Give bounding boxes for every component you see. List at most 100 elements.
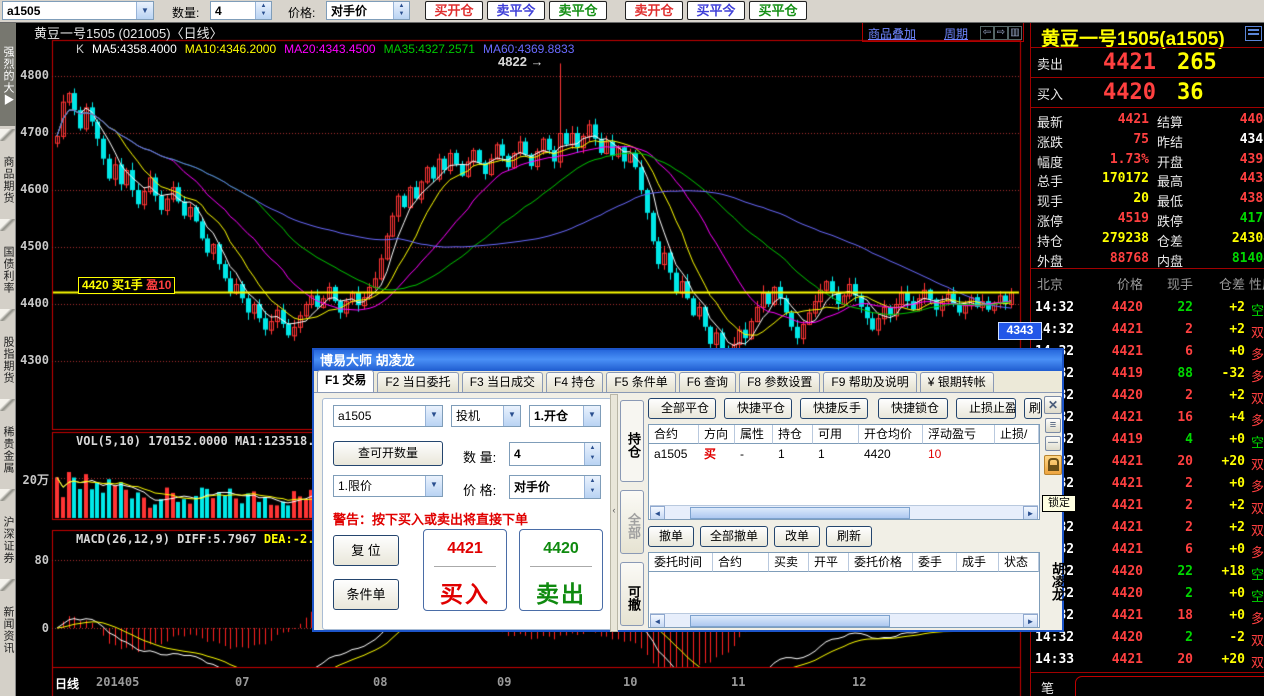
split-view-icon[interactable]: ▥ [1008, 26, 1022, 40]
tick-row[interactable]: 14:33442120+20双开 [1031, 652, 1264, 674]
spinner-arrows-icon[interactable]: ▲▼ [255, 2, 271, 19]
arrow-left-icon[interactable]: ⇦ [980, 26, 994, 40]
trade-button-买开仓[interactable]: 买开仓 [425, 1, 483, 20]
price-mode-combo[interactable]: 1.限价 ▼ [333, 475, 443, 497]
tick-row[interactable]: 14:32442120+20双开 [1031, 454, 1264, 476]
tick-row[interactable]: 14:32442116+4多开 [1031, 410, 1264, 432]
stat: 持仓 [1037, 231, 1077, 250]
chevron-down-icon[interactable]: ▼ [583, 406, 600, 426]
button-刷新[interactable]: 刷新 [826, 526, 872, 547]
orders-table[interactable]: 委托时间合约买卖开平委托价格委手成手状态 ◄ ► [648, 552, 1040, 628]
sell-button[interactable]: 4420 卖出 [519, 529, 603, 611]
scroll-left-icon[interactable]: ◄ [650, 614, 665, 628]
sidebar-item-active[interactable]: 强烈的大▶ [0, 22, 16, 126]
check-open-qty-button[interactable]: 查可开数量 [333, 441, 443, 466]
tick-row[interactable]: 14:3244216+0多换 [1031, 344, 1264, 366]
scroll-right-icon[interactable]: ► [1023, 506, 1038, 520]
condition-order-button[interactable]: 条件单 [333, 579, 399, 610]
button-快捷反手[interactable]: 快捷反手 [800, 398, 868, 419]
button-改单[interactable]: 改单 [774, 526, 820, 547]
overlay-link[interactable]: 商品叠加 [868, 25, 916, 42]
button-撤单[interactable]: 撤单 [648, 526, 694, 547]
button-快捷平仓[interactable]: 快捷平仓 [724, 398, 792, 419]
chevron-down-icon[interactable]: ▼ [425, 406, 442, 426]
reset-button[interactable]: 复 位 [333, 535, 399, 566]
tab-tick-detail[interactable]: 笔 [1041, 678, 1054, 696]
dlg-qty-stepper[interactable]: 4 ▲▼ [509, 442, 601, 466]
tick-cell: 4421 [1091, 520, 1143, 535]
close-icon[interactable]: ✕ [1044, 396, 1062, 414]
spinner-arrows-icon[interactable]: ▲▼ [584, 476, 600, 498]
bid-price: 4420 [1103, 80, 1156, 105]
hedge-combo[interactable]: 投机 ▼ [451, 405, 521, 427]
chevron-down-icon[interactable]: ▼ [425, 476, 442, 496]
chevron-down-icon[interactable]: ▼ [136, 2, 153, 19]
trade-button-卖平仓[interactable]: 卖平仓 [549, 1, 607, 20]
side-tab-全部[interactable]: 全部 [620, 490, 644, 554]
scroll-thumb[interactable] [690, 615, 890, 627]
tick-cell: +18 [1197, 564, 1245, 579]
dlg-price-stepper[interactable]: 对手价 ▲▼ [509, 475, 601, 499]
tab-F5 条件单[interactable]: F5 条件单 [606, 372, 675, 392]
y-axis-label: 4800 [16, 68, 49, 82]
scroll-thumb[interactable] [690, 507, 910, 519]
side-tab-持仓[interactable]: 持仓 [620, 400, 644, 482]
sidebar-item-稀贵金属[interactable]: 稀贵金属 [0, 414, 16, 486]
period-link[interactable]: 周期 [944, 25, 968, 42]
orders-hscrollbar[interactable]: ◄ ► [650, 613, 1038, 628]
sidebar-item-新闻资讯[interactable]: 新闻资讯 [0, 594, 16, 666]
trade-button-卖平今[interactable]: 卖平今 [487, 1, 545, 20]
tab-F8 参数设置[interactable]: F8 参数设置 [739, 372, 820, 392]
openclose-combo[interactable]: 1.开仓 ▼ [529, 405, 601, 427]
tab-F9 帮助及说明[interactable]: F9 帮助及说明 [823, 372, 916, 392]
qty-stepper[interactable]: 4 ▲▼ [210, 1, 272, 20]
sidebar-item-国债利率[interactable]: 国债利率 [0, 234, 16, 306]
contract-combo[interactable]: a1505 ▼ [2, 1, 154, 20]
spinner-arrows-icon[interactable]: ▲▼ [393, 2, 409, 19]
positions-hscrollbar[interactable]: ◄ ► [650, 505, 1038, 520]
tab-F4 持仓[interactable]: F4 持仓 [546, 372, 603, 392]
tick-row[interactable]: 14:3244212+2双开 [1031, 520, 1264, 542]
chevron-down-icon[interactable]: ▼ [503, 406, 520, 426]
tick-row[interactable]: 14:32442022+2空开 [1031, 300, 1264, 322]
tick-row[interactable]: 14:3244212+2双开 [1031, 322, 1264, 344]
list-view-icon[interactable]: ≡ [1045, 418, 1061, 433]
buy-button[interactable]: 4421 买入 [423, 529, 507, 611]
minimize-icon[interactable]: — [1045, 436, 1061, 451]
button-全部撤单[interactable]: 全部撤单 [700, 526, 768, 547]
tick-row[interactable]: 14:3244202-2双平 [1031, 630, 1264, 652]
tick-row[interactable]: 14:3244194+0空换 [1031, 432, 1264, 454]
scroll-right-icon[interactable]: ► [1023, 614, 1038, 628]
button-刷新[interactable]: 刷新 [1024, 398, 1042, 419]
sidebar-item-商品期货[interactable]: 商品期货 [0, 144, 16, 216]
collapse-handle[interactable]: ‹ [610, 394, 618, 632]
trade-button-买平仓[interactable]: 买平仓 [749, 1, 807, 20]
panel-layout-icon[interactable] [1245, 26, 1262, 41]
lock-icon[interactable] [1044, 455, 1062, 475]
trade-button-买平今[interactable]: 买平今 [687, 1, 745, 20]
side-tab-可撤[interactable]: 可撤 [620, 562, 644, 626]
arrow-right-icon[interactable]: ⇨ [994, 26, 1008, 40]
tab-¥ 银期转帐[interactable]: ¥ 银期转帐 [920, 372, 994, 392]
button-全部平仓[interactable]: 全部平仓 [648, 398, 716, 419]
tick-row[interactable]: 14:3244202+2双开 [1031, 388, 1264, 410]
positions-table[interactable]: 合约方向属性持仓可用开仓均价浮动盈亏止损/a1505买-11442010 ◄ ► [648, 424, 1040, 520]
tick-row[interactable]: 14:3244216+0多换 [1031, 542, 1264, 564]
button-止损止盈[interactable]: 止损止盈 [956, 398, 1016, 419]
dialog-titlebar[interactable]: 博易大师 胡凌龙 [314, 350, 1062, 371]
tick-row[interactable]: 14:32442118+0多换 [1031, 608, 1264, 630]
tab-F2 当日委托[interactable]: F2 当日委托 [377, 372, 458, 392]
scroll-left-icon[interactable]: ◄ [650, 506, 665, 520]
tab-F1 交易[interactable]: F1 交易 [317, 370, 374, 392]
price-stepper[interactable]: 对手价 ▲▼ [326, 1, 410, 20]
sidebar-item-沪深证券[interactable]: 沪深证券 [0, 504, 16, 576]
dlg-contract-combo[interactable]: a1505 ▼ [333, 405, 443, 427]
stat: 75 [1079, 132, 1149, 147]
trade-button-卖开仓[interactable]: 卖开仓 [625, 1, 683, 20]
tab-F6 查询[interactable]: F6 查询 [679, 372, 736, 392]
button-快捷锁仓[interactable]: 快捷锁仓 [878, 398, 948, 419]
tab-F3 当日成交[interactable]: F3 当日成交 [462, 372, 543, 392]
tick-row[interactable]: 14:32441988-32多平 [1031, 366, 1264, 388]
sidebar-item-股指期货[interactable]: 股指期货 [0, 324, 16, 396]
spinner-arrows-icon[interactable]: ▲▼ [584, 443, 600, 465]
